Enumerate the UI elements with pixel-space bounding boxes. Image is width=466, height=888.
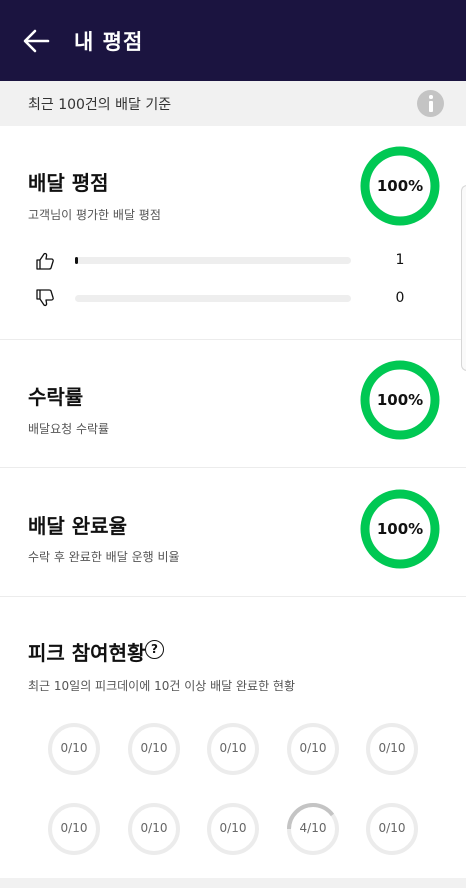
criteria-text: 최근 100건의 배달 기준 bbox=[28, 97, 172, 113]
scroll-indicator[interactable] bbox=[461, 185, 466, 371]
app-bar: 내 평점 bbox=[0, 0, 466, 81]
rating-percent: 100% bbox=[376, 177, 424, 195]
thumbs-up-icon bbox=[36, 252, 54, 270]
divider bbox=[0, 596, 466, 597]
pick-day-label: 0/10 bbox=[219, 741, 247, 755]
page-title: 내 평점 bbox=[74, 30, 144, 54]
pick-day-item: 0/10 bbox=[127, 722, 181, 776]
pick-description: 최근 10일의 피크데이에 10건 이상 배달 완료한 현황 bbox=[28, 679, 296, 693]
acceptance-percent: 100% bbox=[376, 391, 424, 409]
rating-title: 배달 평점 bbox=[28, 171, 109, 195]
thumbs-down-icon bbox=[36, 289, 54, 307]
like-count: 1 bbox=[395, 252, 405, 268]
pick-day-item: 0/10 bbox=[365, 722, 419, 776]
pick-day-label: 0/10 bbox=[140, 821, 168, 835]
pick-day-label: 0/10 bbox=[378, 741, 406, 755]
criteria-banner: 최근 100건의 배달 기준 bbox=[0, 81, 466, 126]
pick-day-label: 0/10 bbox=[60, 741, 88, 755]
pick-day-item: 0/10 bbox=[47, 722, 101, 776]
pick-day-label: 0/10 bbox=[140, 741, 168, 755]
dislike-bar bbox=[75, 295, 351, 302]
like-bar-fill bbox=[75, 257, 78, 264]
pick-day-item: 0/10 bbox=[206, 802, 260, 856]
question-circle-icon[interactable]: ? bbox=[145, 640, 164, 659]
dislike-count: 0 bbox=[395, 290, 405, 306]
divider bbox=[0, 467, 466, 468]
arrow-left-icon[interactable] bbox=[22, 28, 50, 54]
completion-percent: 100% bbox=[376, 520, 424, 538]
pick-day-label: 0/10 bbox=[219, 821, 247, 835]
pick-day-item: 0/10 bbox=[47, 802, 101, 856]
pick-day-item: 0/10 bbox=[127, 802, 181, 856]
acceptance-title: 수락률 bbox=[28, 385, 84, 409]
divider bbox=[0, 339, 466, 340]
pick-day-label: 0/10 bbox=[378, 821, 406, 835]
pick-title: 피크 참여현황 bbox=[28, 641, 146, 665]
info-icon[interactable] bbox=[417, 90, 444, 117]
rating-description: 고객님이 평가한 배달 평점 bbox=[28, 208, 161, 222]
pick-day-item: 0/10 bbox=[365, 802, 419, 856]
pick-day-label: 0/10 bbox=[299, 741, 327, 755]
acceptance-description: 배달요청 수락률 bbox=[28, 422, 110, 436]
completion-description: 수락 후 완료한 배달 운행 비율 bbox=[28, 550, 180, 564]
pick-day-item: 4/10 bbox=[286, 802, 340, 856]
bottom-edge bbox=[0, 878, 466, 888]
pick-day-label: 0/10 bbox=[60, 821, 88, 835]
like-bar bbox=[75, 257, 351, 264]
pick-day-item: 0/10 bbox=[206, 722, 260, 776]
pick-day-label: 4/10 bbox=[299, 821, 327, 835]
completion-title: 배달 완료율 bbox=[28, 514, 127, 538]
pick-day-item: 0/10 bbox=[286, 722, 340, 776]
